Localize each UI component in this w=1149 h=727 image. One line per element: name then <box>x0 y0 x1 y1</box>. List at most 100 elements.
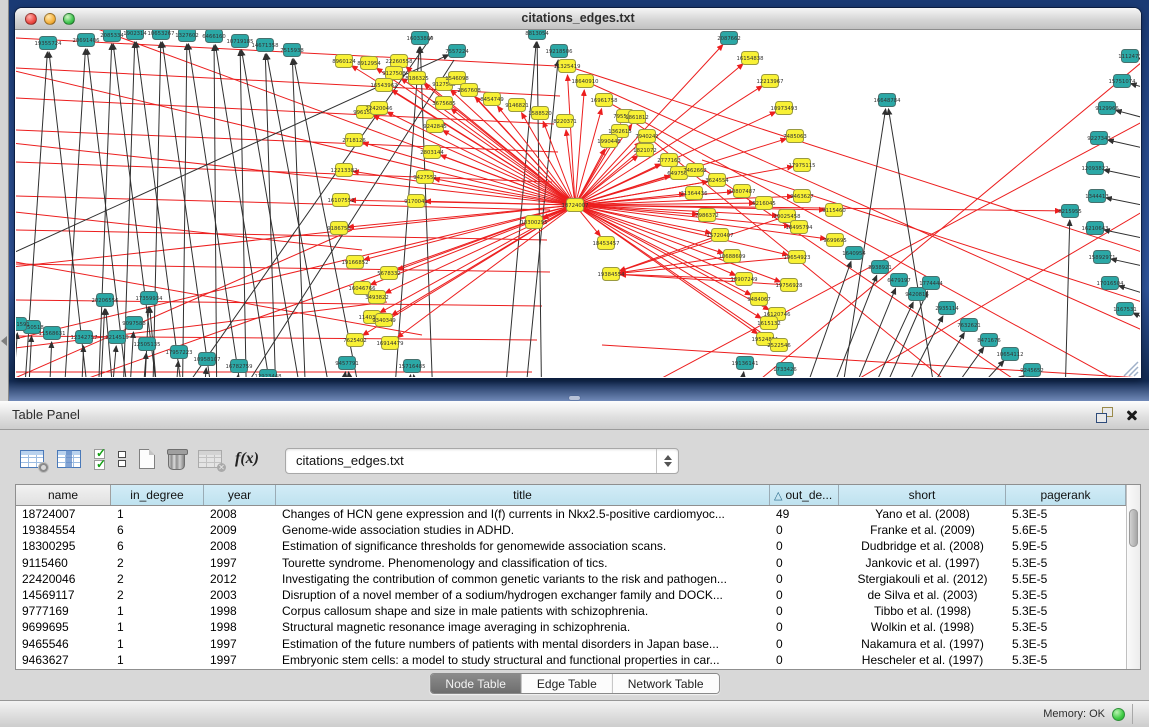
graph-node[interactable]: 1861812 <box>625 111 649 124</box>
graph-node[interactable]: 16961758 <box>591 94 619 107</box>
graph-node[interactable]: 2935114 <box>935 302 959 315</box>
graph-node[interactable]: 7625402 <box>343 334 367 347</box>
column-header-pagerank[interactable]: pagerank <box>1006 485 1126 505</box>
window-resize-grip[interactable] <box>1124 362 1138 376</box>
graph-node[interactable]: 17359934 <box>136 292 164 305</box>
graph-node[interactable]: 7557224 <box>445 45 469 58</box>
graph-node[interactable]: 1546098 <box>445 72 469 85</box>
network-window-titlebar[interactable]: citations_edges.txt <box>15 8 1141 30</box>
unselect-all-columns-button[interactable] <box>118 451 126 467</box>
graph-node[interactable]: 19218506 <box>546 45 574 58</box>
graph-node[interactable]: 8186325 <box>405 72 429 85</box>
graph-node[interactable]: 7485063 <box>783 130 807 143</box>
graph-node[interactable]: 15716485 <box>399 360 426 373</box>
graph-node[interactable]: 16033809 <box>407 32 434 45</box>
graph-node[interactable]: 8813054 <box>525 30 549 40</box>
graph-node[interactable]: 1733426 <box>773 363 797 376</box>
graph-node[interactable]: 7940241 <box>635 130 659 143</box>
graph-node[interactable]: 10653267 <box>148 30 175 40</box>
table-row[interactable]: 2242004622012Investigating the contribut… <box>16 571 1126 587</box>
graph-node[interactable]: 8938921 <box>868 261 892 274</box>
float-panel-icon[interactable] <box>1096 407 1113 423</box>
graph-node[interactable]: 9129966 <box>1095 102 1119 115</box>
graph-node[interactable]: 10807487 <box>729 185 756 198</box>
left-panel-collapse-handle[interactable] <box>1 336 7 346</box>
graph-node[interactable]: 9127508 <box>382 67 406 80</box>
graph-node[interactable]: 12342757 <box>71 331 98 344</box>
graph-node[interactable]: 1615132 <box>757 317 781 330</box>
column-header-name[interactable]: name <box>16 485 111 505</box>
graph-node[interactable]: 9457791 <box>335 357 359 370</box>
graph-node[interactable]: 2085334 <box>100 30 124 42</box>
graph-node[interactable]: 16782759 <box>226 360 253 373</box>
column-header-short[interactable]: short <box>839 485 1006 505</box>
table-row[interactable]: 1456911722003Disruption of a novel membe… <box>16 587 1126 603</box>
new-column-button[interactable] <box>139 449 155 469</box>
graph-node[interactable]: 8471676 <box>977 334 1001 347</box>
tab-node-table[interactable]: Node Table <box>430 674 522 693</box>
graph-node[interactable]: 9242845 <box>423 120 447 133</box>
graph-node[interactable]: 1588520 <box>528 107 552 120</box>
graph-node[interactable]: 1214519 <box>105 331 129 344</box>
table-row[interactable]: 1872400712008Changes of HCN gene express… <box>16 506 1126 522</box>
graph-node[interactable]: 21364436 <box>681 187 709 200</box>
graph-node[interactable]: 1167531 <box>1113 303 1137 316</box>
table-row[interactable]: 969969511998Structural magnetic resonanc… <box>16 619 1126 635</box>
table-row[interactable]: 946554611997Estimation of the future num… <box>16 636 1126 652</box>
graph-node[interactable]: 6216045 <box>752 197 776 210</box>
graph-node[interactable]: 9463627 <box>790 190 814 203</box>
graph-node[interactable]: 1112473 <box>1118 50 1140 63</box>
memory-status-indicator[interactable] <box>1112 708 1125 721</box>
graph-node[interactable]: 9170041 <box>404 195 428 208</box>
graph-node[interactable]: 1774444 <box>919 277 943 290</box>
graph-node[interactable]: 3493822 <box>365 291 389 304</box>
graph-node[interactable]: 9340349 <box>372 314 396 327</box>
graph-node[interactable]: 1327602 <box>175 30 199 42</box>
graph-node[interactable]: 2522546 <box>767 339 791 352</box>
graph-node[interactable]: 2087662 <box>717 32 741 45</box>
table-row[interactable]: 911546021997Tourette syndrome. Phenomeno… <box>16 555 1126 571</box>
graph-node[interactable]: 14671358 <box>252 39 280 52</box>
graph-node[interactable]: 1640954 <box>842 247 866 260</box>
graph-node[interactable]: 9146821 <box>505 99 529 112</box>
graph-node[interactable]: 17975115 <box>789 159 816 172</box>
graph-node[interactable]: 17957223 <box>166 346 193 359</box>
graph-node[interactable]: 19355724 <box>35 37 63 50</box>
graph-node[interactable]: 9427552 <box>413 171 437 184</box>
graph-node[interactable]: 8960124 <box>332 55 356 68</box>
graph-node[interactable]: 16154838 <box>737 52 765 65</box>
graph-node[interactable]: 9227343 <box>1087 132 1111 145</box>
graph-node[interactable]: 2718126 <box>342 134 366 147</box>
graph-node[interactable]: 2777163 <box>657 154 681 167</box>
graph-node[interactable]: 8215955 <box>1058 205 1082 218</box>
graph-node[interactable]: 20691406 <box>73 34 101 47</box>
graph-node[interactable]: 19136141 <box>732 357 759 370</box>
graph-node[interactable]: 1990448 <box>597 135 621 148</box>
graph-node[interactable]: 3624554 <box>705 174 729 187</box>
graph-node[interactable]: 10654112 <box>997 348 1024 361</box>
graph-node[interactable]: 8454749 <box>480 93 504 106</box>
graph-node[interactable]: 12505135 <box>134 338 161 351</box>
graph-node[interactable]: 1902314 <box>123 30 147 40</box>
column-header-in_degree[interactable]: in_degree <box>111 485 204 505</box>
panel-splitter-handle[interactable] <box>569 396 580 400</box>
graph-node[interactable]: 19756928 <box>776 279 804 292</box>
vertical-scrollbar[interactable] <box>1126 485 1140 669</box>
graph-node[interactable]: 3675685 <box>432 97 456 110</box>
delete-column-button[interactable] <box>168 448 185 470</box>
graph-node[interactable]: 20206556 <box>92 294 120 307</box>
graph-node[interactable]: 9186756 <box>327 222 351 235</box>
table-row[interactable]: 1938455462009Genome-wide association stu… <box>16 522 1126 538</box>
column-header-out_de[interactable]: △out_de... <box>770 485 839 505</box>
graph-node[interactable]: 12213967 <box>757 75 784 88</box>
table-row[interactable]: 977716911998Corpus callosum shape and si… <box>16 603 1126 619</box>
graph-node[interactable]: 2867608 <box>457 84 481 97</box>
network-canvas[interactable]: 1935572420691406208533419023141065326713… <box>16 30 1140 377</box>
tab-edge-table[interactable]: Edge Table <box>522 674 613 693</box>
graph-node[interactable]: 5678332 <box>377 267 401 280</box>
table-row[interactable]: 1830029562008Estimation of significance … <box>16 538 1126 554</box>
graph-node[interactable]: 7632621 <box>957 319 981 332</box>
table-selector-dropdown[interactable]: citations_edges.txt <box>285 448 679 474</box>
graph-node[interactable]: 9484067 <box>747 293 771 306</box>
graph-node[interactable]: 1344413 <box>1085 190 1109 203</box>
